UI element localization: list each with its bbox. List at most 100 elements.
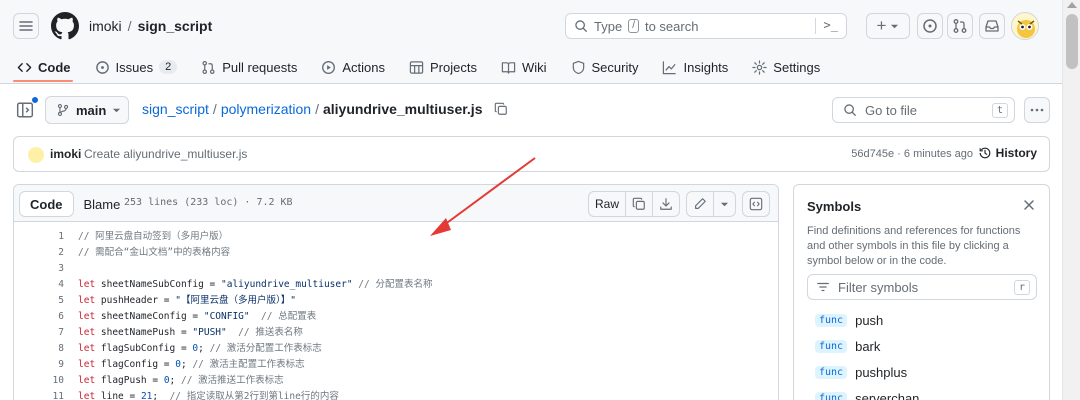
- issues-count-badge: 2: [159, 60, 178, 74]
- symbol-name: pushplus: [855, 364, 908, 380]
- code-text: sheetNameConfig =: [95, 311, 204, 322]
- code-line: 5 let pushHeader = "【阿里云盘（多用户版）】": [14, 293, 778, 309]
- blame-view-button[interactable]: Blame: [74, 191, 131, 217]
- issues-button[interactable]: [917, 13, 943, 39]
- line-number[interactable]: 9: [14, 357, 64, 373]
- repo-breadcrumb: imoki / sign_script: [89, 18, 212, 34]
- symbol-item-pushplus[interactable]: func pushplus: [815, 359, 919, 385]
- symbols-description: Find definitions and references for func…: [807, 225, 1021, 267]
- symbols-title: Symbols: [807, 199, 862, 214]
- code-number: 21: [140, 391, 153, 400]
- close-icon[interactable]: [1021, 197, 1037, 213]
- code-text: flagConfig =: [95, 359, 176, 370]
- code-keyword: let: [78, 375, 96, 386]
- tab-issues-label: Issues: [115, 59, 154, 75]
- symbols-panel-toggle[interactable]: [743, 192, 769, 216]
- path-dir-link[interactable]: polymerization: [221, 101, 311, 117]
- commit-author[interactable]: imoki: [50, 147, 81, 161]
- plus-icon: +: [876, 16, 887, 35]
- create-new-button[interactable]: +: [866, 13, 910, 39]
- user-avatar[interactable]: [1011, 12, 1039, 40]
- file-tree-toggle-button[interactable]: [13, 96, 39, 122]
- inbox-button[interactable]: [979, 13, 1005, 39]
- line-number[interactable]: 3: [14, 261, 64, 277]
- line-number[interactable]: 8: [14, 341, 64, 357]
- search-icon: [575, 20, 587, 32]
- download-button[interactable]: [652, 192, 679, 216]
- tab-settings[interactable]: Settings: [752, 56, 820, 78]
- symbol-kind-badge: func: [815, 339, 848, 353]
- search-divider: [815, 18, 816, 34]
- branch-name: main: [76, 102, 107, 118]
- line-number[interactable]: 7: [14, 325, 64, 341]
- tab-insights[interactable]: Insights: [662, 56, 728, 78]
- search-placeholder-prefix: Type: [594, 18, 623, 34]
- menu-button[interactable]: [13, 13, 39, 39]
- copy-icon[interactable]: [494, 102, 508, 116]
- code-string: "【阿里云盘（多用户版）】": [175, 295, 296, 306]
- repo-owner-link[interactable]: imoki: [89, 18, 122, 34]
- copy-raw-button[interactable]: [625, 192, 652, 216]
- tab-issues[interactable]: Issues 2: [95, 56, 178, 78]
- line-number[interactable]: 11: [14, 389, 64, 400]
- search-input[interactable]: Type / to search >_: [565, 13, 847, 39]
- scrollbar-thumb[interactable]: [1066, 14, 1078, 69]
- avatar-image-icon: [1017, 20, 1035, 38]
- github-logo-icon[interactable]: [51, 12, 79, 40]
- tab-actions[interactable]: Actions: [321, 56, 385, 78]
- code-line: 7 let sheetNamePush = "PUSH" // 推送表名称: [14, 325, 778, 341]
- code-view-button[interactable]: Code: [19, 191, 74, 217]
- more-options-button[interactable]: [1024, 97, 1050, 123]
- commit-author-avatar[interactable]: [28, 147, 44, 163]
- code-comment: // 分配置表名称: [352, 279, 433, 290]
- git-branch-icon: [57, 104, 69, 116]
- tab-wiki-label: Wiki: [521, 59, 547, 75]
- tab-security[interactable]: Security: [571, 56, 638, 78]
- book-icon: [501, 61, 516, 74]
- line-number[interactable]: 2: [14, 245, 64, 261]
- line-number[interactable]: 1: [14, 229, 64, 245]
- symbol-item-bark[interactable]: func bark: [815, 333, 919, 359]
- filter-icon: [817, 282, 829, 292]
- file-actions: Raw: [587, 191, 770, 217]
- raw-button[interactable]: Raw: [589, 192, 625, 216]
- line-number[interactable]: 4: [14, 277, 64, 293]
- tab-wiki[interactable]: Wiki: [501, 56, 547, 78]
- pull-requests-button[interactable]: [947, 13, 973, 39]
- path-repo-link[interactable]: sign_script: [142, 101, 209, 117]
- code-keyword: let: [78, 279, 96, 290]
- repo-name-link[interactable]: sign_script: [138, 18, 213, 34]
- filter-symbols-input[interactable]: Filter symbols r: [807, 274, 1037, 300]
- line-number[interactable]: 6: [14, 309, 64, 325]
- symbol-item-push[interactable]: func push: [815, 307, 919, 333]
- file-size-info: 253 lines (233 loc) · 7.2 KB: [124, 197, 293, 208]
- symbol-name: serverchan: [855, 390, 920, 400]
- code-line: 11 let line = 21; // 指定读取从第2行到第line行的内容: [14, 389, 778, 400]
- history-button[interactable]: History: [978, 146, 1037, 160]
- symbol-name: bark: [855, 338, 881, 354]
- edit-file-button[interactable]: [687, 192, 713, 216]
- page-scrollbar[interactable]: [1062, 0, 1080, 400]
- commit-meta[interactable]: 56d745e · 6 minutes ago: [851, 148, 973, 160]
- command-palette-icon[interactable]: >_: [824, 18, 838, 32]
- tab-pull-requests-label: Pull requests: [222, 59, 298, 75]
- chevron-down-icon: [113, 108, 121, 112]
- symbol-kind-badge: func: [815, 313, 848, 327]
- go-to-file-input[interactable]: Go to file t: [832, 97, 1015, 123]
- commit-message[interactable]: Create aliyundrive_multiuser.js: [84, 147, 247, 161]
- scroll-up-arrow-icon[interactable]: [1067, 2, 1077, 8]
- line-number[interactable]: 5: [14, 293, 64, 309]
- branch-selector[interactable]: main: [45, 96, 129, 124]
- tab-pull-requests[interactable]: Pull requests: [201, 56, 297, 78]
- tab-actions-label: Actions: [342, 59, 385, 75]
- search-icon: [844, 104, 856, 116]
- edit-options-dropdown[interactable]: [713, 192, 735, 216]
- line-number[interactable]: 10: [14, 373, 64, 389]
- code-comment: // 推送表名称: [226, 327, 303, 338]
- code-text: flagSubConfig =: [95, 343, 193, 354]
- copy-icon: [632, 197, 645, 210]
- tab-code[interactable]: Code: [17, 56, 71, 78]
- symbol-item-serverchan[interactable]: func serverchan: [815, 385, 919, 400]
- code-icon: [17, 62, 32, 72]
- tab-projects[interactable]: Projects: [409, 56, 477, 78]
